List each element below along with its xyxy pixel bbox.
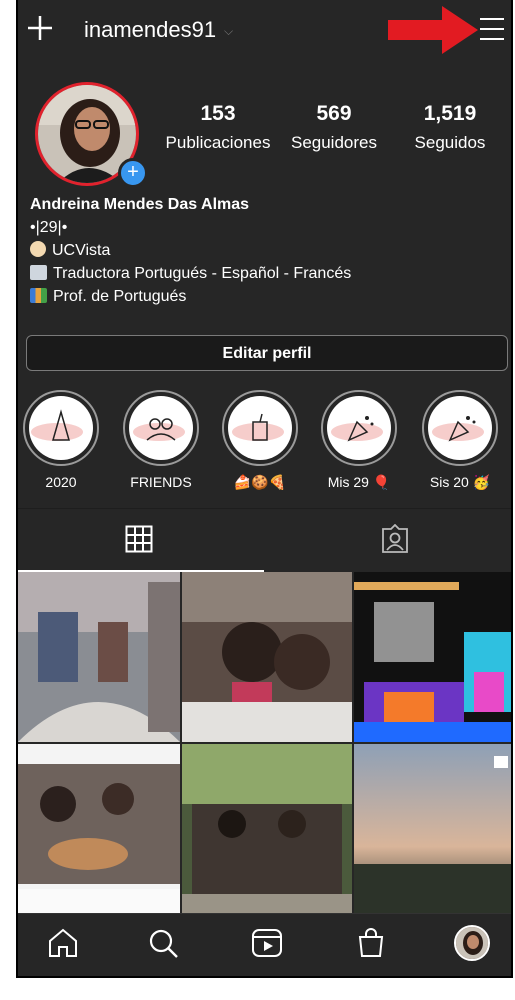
highlight-label: 2020 [45,474,77,490]
highlight-label: Mis 29 🎈 [327,474,391,490]
annotation-arrow [388,6,478,54]
highlight-mis-29[interactable]: Mis 29 🎈 [320,390,398,491]
post-thumbnail[interactable] [18,744,180,915]
stat-value: 569 [316,102,352,125]
shopping-bag-icon[interactable] [354,926,388,960]
bio-line: •|29|• [30,219,68,236]
highlight-sis-20[interactable]: Sis 20 🥳 [421,390,499,491]
stat-label: Seguidores [290,133,377,152]
reels-icon[interactable] [250,926,284,960]
stat-value: 153 [200,102,236,125]
post-thumbnail[interactable] [18,572,180,742]
top-bar: inamendes91 ⌵ [18,0,511,64]
profile-avatar-icon[interactable] [454,925,490,961]
plus-icon[interactable] [26,14,54,42]
drink-icon [232,413,284,441]
highlight-food[interactable]: 🍰🍪🍕 [221,390,299,491]
profile-tabs [18,508,511,573]
student-emoji-icon [30,241,46,257]
home-icon[interactable] [46,926,80,960]
bio-line: Traductora Portugués - Español - Francés [30,262,351,285]
stat-label: Publicaciones [165,133,271,152]
confetti-icon [432,416,484,442]
highlight-label: Sis 20 🥳 [429,474,491,490]
stat-label: Seguidos [414,133,486,152]
post-thumbnail[interactable] [182,572,352,742]
books-emoji-icon [30,288,47,303]
post-thumbnail[interactable] [354,572,511,742]
instagram-profile-screen: inamendes91 ⌵ + 153 Publicaciones 569 Se… [16,0,513,978]
followers-count[interactable]: 569 Seguidores [274,102,394,153]
grid-icon[interactable] [125,525,153,553]
chevron-down-icon[interactable]: ⌵ [224,24,233,39]
computer-emoji-icon [30,265,47,280]
edit-profile-button[interactable]: Editar perfil [26,335,508,371]
following-count[interactable]: 1,519 Seguidos [390,102,510,153]
post-thumbnail[interactable] [354,744,511,915]
display-name: Andreina Mendes Das Almas [30,196,250,213]
bio: Andreina Mendes Das Almas •|29|• UCVista… [30,193,351,308]
tagged-person-icon[interactable] [380,524,410,554]
friends-icon [133,418,185,441]
highlight-ring [422,390,498,466]
search-icon[interactable] [146,926,180,960]
highlight-ring [23,390,99,466]
bio-line: UCVista [30,239,351,262]
highlight-friends[interactable]: FRIENDS [122,390,200,490]
bottom-navigation [18,913,511,976]
post-thumbnail[interactable] [182,744,352,915]
posts-count[interactable]: 153 Publicaciones [158,102,278,153]
hamburger-menu-icon[interactable] [478,16,506,42]
highlight-label: 🍰🍪🍕 [233,474,287,490]
bio-line: Prof. de Portugués [30,285,351,308]
party-hat-icon [31,409,83,441]
video-icon [494,756,508,768]
highlight-2020[interactable]: 2020 [22,390,100,490]
stat-value: 1,519 [423,102,477,125]
highlight-ring [321,390,397,466]
posts-grid [18,572,511,915]
highlight-ring [222,390,298,466]
highlight-ring [123,390,199,466]
confetti-icon [331,416,383,442]
highlight-label: FRIENDS [130,474,192,490]
username-switcher[interactable]: inamendes91 [84,17,216,43]
add-story-plus-icon[interactable]: + [118,158,148,188]
